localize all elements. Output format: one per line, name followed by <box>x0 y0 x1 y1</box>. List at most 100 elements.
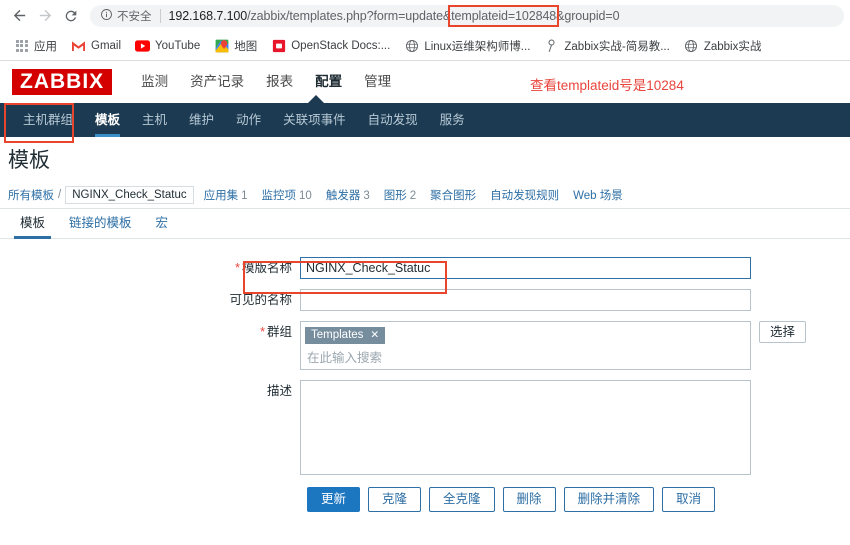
browser-chrome: 不安全 192.168.7.100/zabbix/templates.php?f… <box>0 0 850 61</box>
sub-nav-host-groups[interactable]: 主机群组 <box>12 103 84 137</box>
cancel-button[interactable]: 取消 <box>662 487 716 512</box>
breadcrumb-link-label: 应用集 <box>203 189 239 202</box>
url-host: 192.168.7.100 <box>168 8 248 23</box>
info-circle-icon <box>100 8 113 24</box>
breadcrumb-link-count: 3 <box>363 189 370 202</box>
bookmark-maps[interactable]: 地图 <box>207 35 264 57</box>
sub-nav-actions[interactable]: 动作 <box>225 103 272 137</box>
breadcrumb-link-label: 监控项 <box>261 189 297 202</box>
group-chip-templates[interactable]: Templates ✕ <box>305 327 386 344</box>
bookmark-linux-blog[interactable]: Linux运维架构师博... <box>397 35 537 57</box>
main-nav-inventory[interactable]: 资产记录 <box>179 61 255 103</box>
description-textarea[interactable] <box>300 380 751 475</box>
breadcrumb-link-count: 10 <box>299 189 312 202</box>
zabbix-logo[interactable]: ZABBIX <box>12 69 113 95</box>
omnibox-divider <box>159 8 161 23</box>
breadcrumb-web-scenarios[interactable]: Web 场景 <box>573 187 623 203</box>
description-label: 描述 <box>266 384 292 398</box>
url-text[interactable]: 192.168.7.100/zabbix/templates.php?form=… <box>168 4 620 27</box>
address-bar[interactable]: 不安全 192.168.7.100/zabbix/templates.php?f… <box>90 4 844 27</box>
main-nav-administration[interactable]: 管理 <box>353 61 402 103</box>
breadcrumb-link-count: 1 <box>241 189 248 202</box>
groups-search-placeholder[interactable]: 在此输入搜索 <box>305 344 746 366</box>
chip-label: Templates <box>311 329 364 341</box>
bookmark-openstack-docs[interactable]: OpenStack Docs:... <box>264 35 397 57</box>
breadcrumb-current-template: NGINX_Check_Statuc <box>65 185 194 204</box>
delete-button[interactable]: 删除 <box>502 487 556 512</box>
page-title-bar: 模板 <box>0 137 850 181</box>
url-tail: &groupid=0 <box>556 8 620 23</box>
forward-button[interactable] <box>32 3 58 29</box>
breadcrumb-items[interactable]: 监控项 10 <box>262 187 312 203</box>
tab-macros[interactable]: 宏 <box>144 212 181 238</box>
form-buttons: 更新 克隆 全克隆 删除 删除并清除 取消 <box>307 487 850 512</box>
security-indicator[interactable]: 不安全 <box>100 8 152 24</box>
visible-name-control <box>300 289 751 311</box>
sub-nav-services[interactable]: 服务 <box>429 103 476 137</box>
breadcrumb-discovery-rules[interactable]: 自动发现规则 <box>490 187 559 203</box>
bookmarks-bar: 应用 Gmail YouTube 地图 OpenStack Docs:... L… <box>0 31 850 60</box>
sub-navigation: 主机群组 模板 主机 维护 动作 关联项事件 自动发现 服务 <box>0 95 850 137</box>
reload-icon <box>63 8 79 24</box>
label-text: 模版名称 <box>241 261 292 275</box>
tab-template[interactable]: 模板 <box>8 212 57 239</box>
arrow-left-icon <box>11 7 28 24</box>
bookmark-gmail[interactable]: Gmail <box>64 35 128 57</box>
breadcrumb-graphs[interactable]: 图形 2 <box>384 187 416 203</box>
bookmark-label: Linux运维架构师博... <box>424 40 531 53</box>
breadcrumb: 所有模板 / NGINX_Check_Statuc 应用集 1 监控项 10 触发器… <box>0 181 850 209</box>
tab-linked-templates[interactable]: 链接的模板 <box>57 212 144 238</box>
breadcrumb-link-label: 触发器 <box>325 189 361 202</box>
visible-name-input[interactable] <box>300 289 751 311</box>
close-x-icon[interactable]: ✕ <box>370 330 379 341</box>
visible-name-label: 可见的名称 <box>229 293 292 307</box>
clone-button[interactable]: 克隆 <box>368 487 422 512</box>
bookmark-zabbix-practice[interactable]: Zabbix实战 <box>677 35 769 57</box>
browser-toolbar: 不安全 192.168.7.100/zabbix/templates.php?f… <box>0 0 850 31</box>
template-form: *模版名称 可见的名称 *群组 Templates ✕ <box>0 239 850 512</box>
main-nav-monitoring[interactable]: 监测 <box>130 61 179 103</box>
required-asterisk: * <box>260 325 265 339</box>
back-button[interactable] <box>6 3 32 29</box>
main-nav-reports[interactable]: 报表 <box>255 61 304 103</box>
template-name-label: * 模版名称 <box>0 257 300 279</box>
breadcrumb-triggers[interactable]: 触发器 3 <box>326 187 370 203</box>
breadcrumb-all-templates[interactable]: 所有模板 <box>8 187 54 203</box>
delete-and-clear-button[interactable]: 删除并清除 <box>563 487 655 512</box>
bookmark-zabbix-tutorial[interactable]: Zabbix实战-简易教... <box>537 35 676 57</box>
sub-nav-hosts[interactable]: 主机 <box>131 103 178 137</box>
sub-nav-correlation[interactable]: 关联项事件 <box>272 103 357 137</box>
sub-nav-discovery[interactable]: 自动发现 <box>357 103 429 137</box>
template-name-input[interactable] <box>300 257 751 279</box>
page-title: 模板 <box>8 149 50 172</box>
form-tabs: 模板 链接的模板 宏 <box>0 209 850 239</box>
apps-grid-icon <box>14 38 29 53</box>
google-maps-icon <box>214 38 229 53</box>
url-templateid-highlight: templateid=102848 <box>448 4 560 27</box>
globe-icon <box>684 38 699 53</box>
select-button[interactable]: 选择 <box>759 321 807 343</box>
bookmark-label: Zabbix实战 <box>703 40 762 53</box>
url-path: /zabbix/templates.php?form=update& <box>247 8 452 23</box>
groups-label: * 群组 <box>0 321 300 343</box>
reload-button[interactable] <box>58 3 84 29</box>
breadcrumb-applications[interactable]: 应用集 1 <box>204 187 248 203</box>
breadcrumb-screens[interactable]: 聚合图形 <box>430 187 476 203</box>
breadcrumb-link-label: 图形 <box>383 189 407 202</box>
update-button[interactable]: 更新 <box>307 487 361 512</box>
sub-nav-maintenance[interactable]: 维护 <box>178 103 225 137</box>
bookmark-youtube[interactable]: YouTube <box>128 35 207 57</box>
gmail-icon <box>71 38 86 53</box>
bookmark-label: Gmail <box>91 39 122 52</box>
sub-nav-templates[interactable]: 模板 <box>84 103 131 137</box>
youtube-icon <box>135 38 151 53</box>
full-clone-button[interactable]: 全克隆 <box>429 487 495 512</box>
bookmark-apps[interactable]: 应用 <box>7 35 64 57</box>
main-navigation: 监测 资产记录 报表 配置 管理 <box>130 61 402 103</box>
bookmark-label: OpenStack Docs:... <box>291 39 391 52</box>
form-row-description: 描述 <box>0 380 850 475</box>
breadcrumb-separator: / <box>58 188 62 201</box>
bookmark-label: 应用 <box>34 40 57 53</box>
groups-multiselect[interactable]: Templates ✕ 在此输入搜索 <box>300 321 751 370</box>
form-row-template-name: * 模版名称 <box>0 257 850 279</box>
